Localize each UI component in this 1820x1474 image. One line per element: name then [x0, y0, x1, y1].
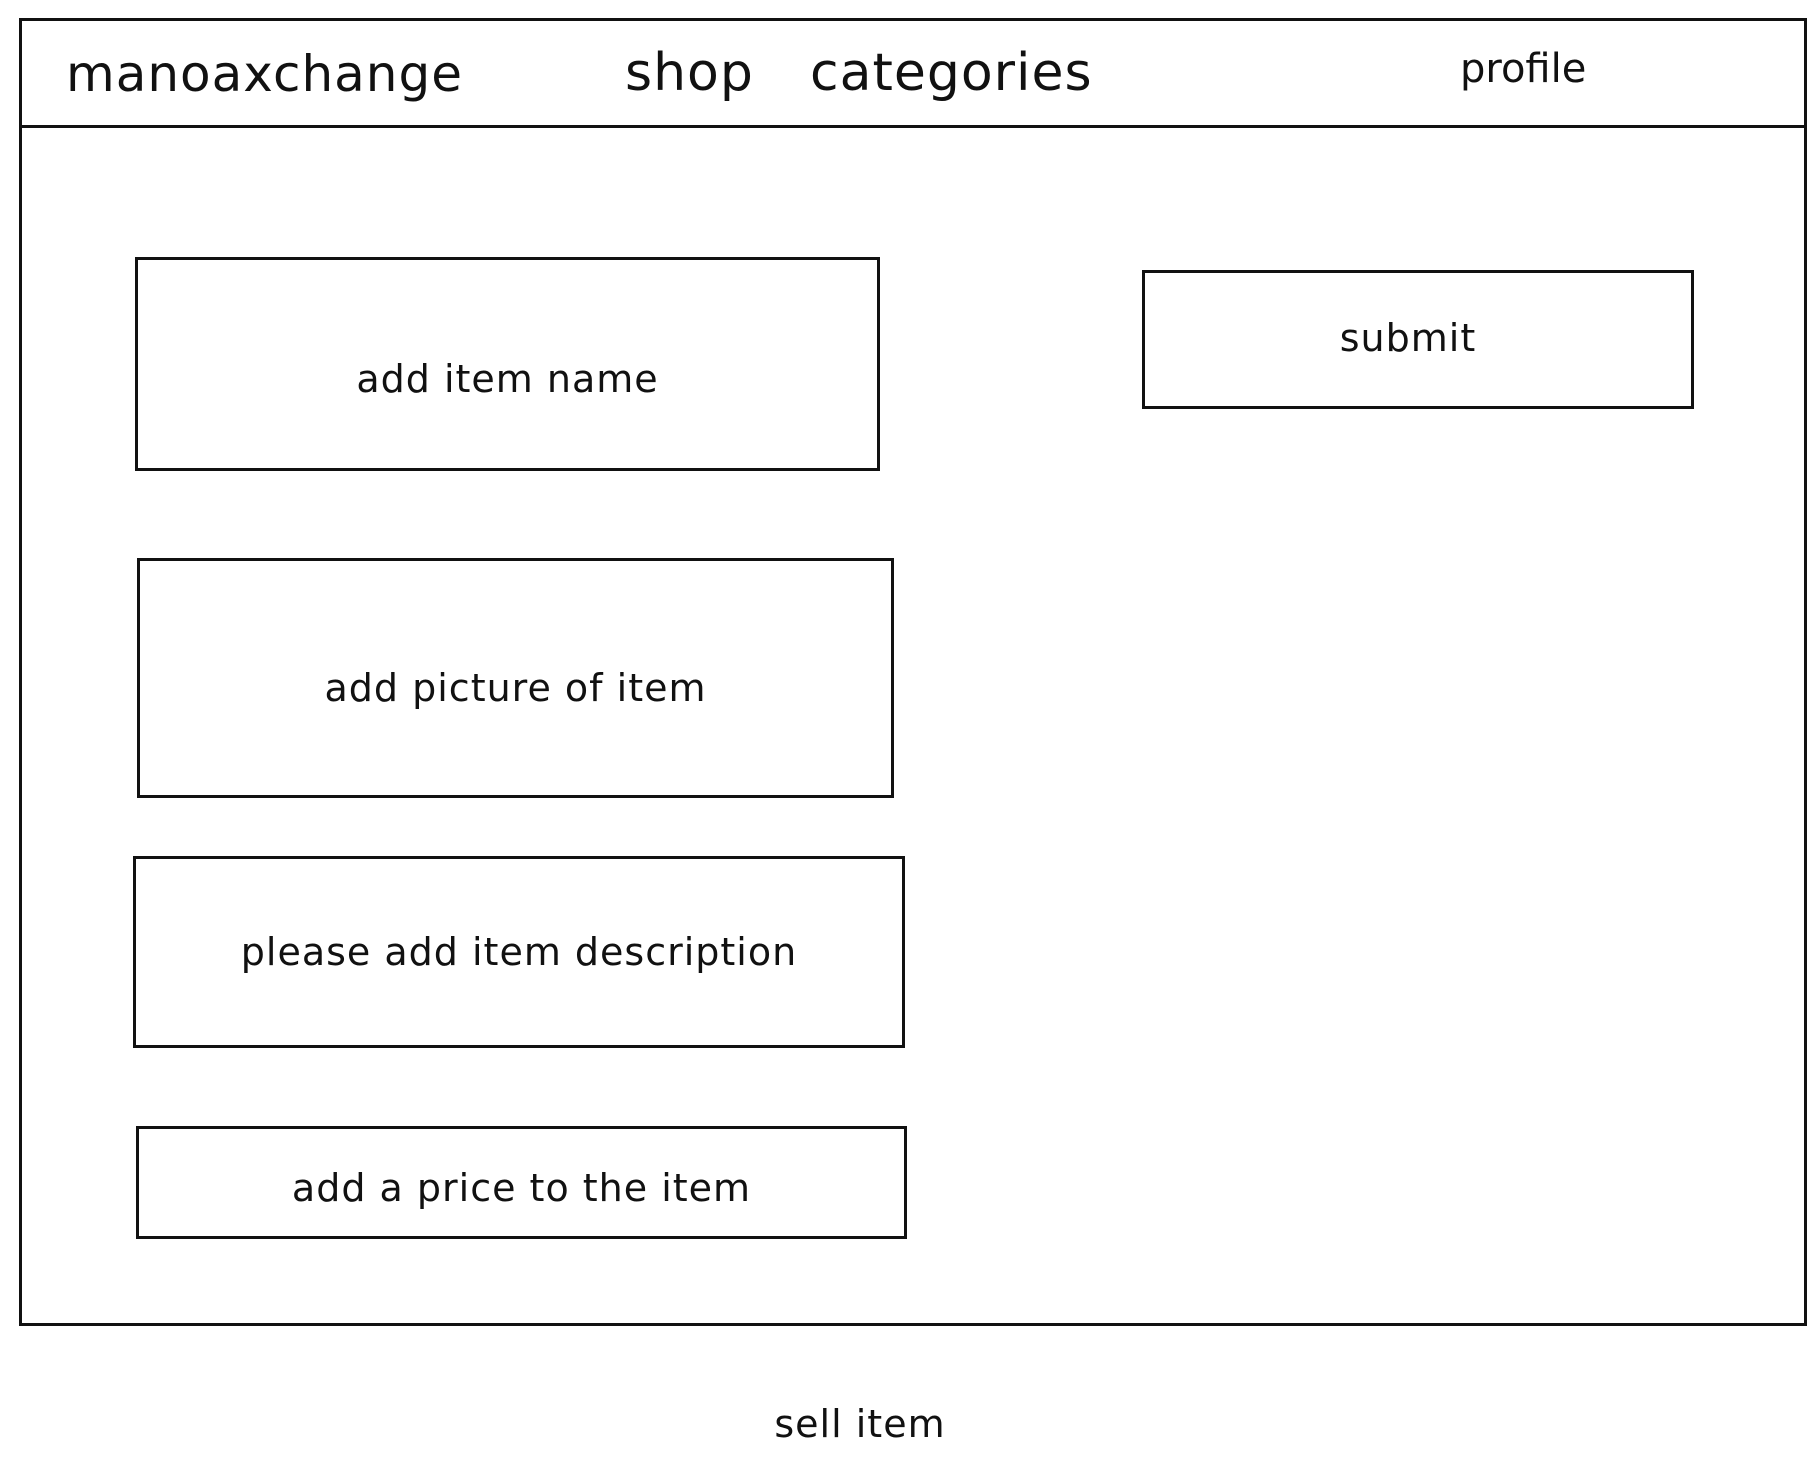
submit-button-label: submit: [1339, 315, 1477, 360]
nav-link-profile[interactable]: profile: [1460, 49, 1586, 89]
item-description-input[interactable]: please add item description: [133, 856, 905, 1048]
brand-logo[interactable]: manoaxchange: [66, 49, 463, 99]
nav-link-categories[interactable]: categories: [810, 47, 1093, 99]
submit-button[interactable]: submit: [1142, 270, 1694, 409]
nav-link-shop[interactable]: shop: [625, 47, 754, 99]
item-price-input[interactable]: add a price to the item: [136, 1126, 907, 1239]
item-name-input[interactable]: add item name: [135, 257, 880, 471]
item-picture-upload[interactable]: add picture of item: [137, 558, 894, 798]
top-navbar: manoaxchange shop categories profile: [22, 21, 1804, 128]
item-description-placeholder: please add item description: [240, 930, 798, 974]
item-picture-placeholder: add picture of item: [324, 666, 707, 710]
item-name-placeholder: add item name: [356, 357, 659, 401]
page-caption: sell item: [774, 1402, 946, 1446]
item-price-placeholder: add a price to the item: [291, 1165, 752, 1210]
app-window: manoaxchange shop categories profile add…: [19, 18, 1807, 1326]
